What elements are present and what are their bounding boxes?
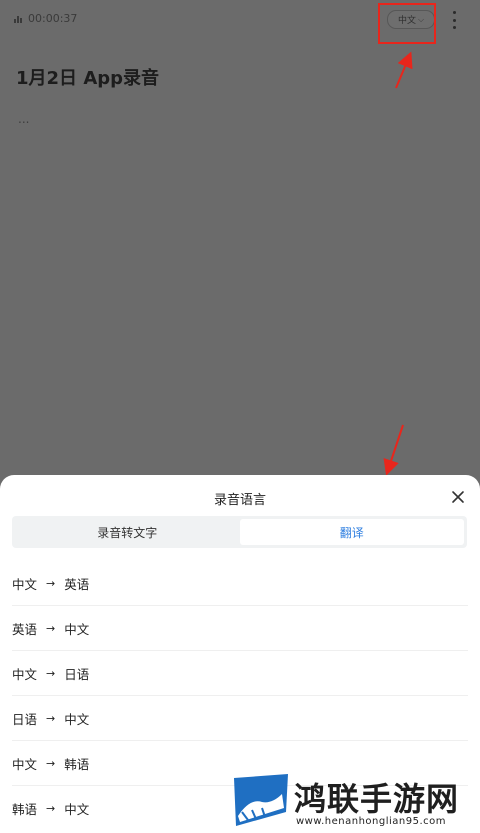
tab-translate[interactable]: 翻译 <box>239 519 464 545</box>
option-from: 中文 <box>12 756 38 772</box>
recording-timer: 00:00:37 <box>28 12 78 25</box>
recording-indicator: 00:00:37 <box>14 12 77 25</box>
option-ja-zh[interactable]: 日语 → 中文 <box>12 696 468 741</box>
annotation-arrow-to-sheet <box>383 424 404 476</box>
option-to: 中文 <box>64 802 90 817</box>
recording-bars-icon <box>14 15 22 23</box>
option-en-zh[interactable]: 英语 → 中文 <box>12 606 468 651</box>
arrow-right-icon: → <box>46 576 56 590</box>
watermark-name: 鸿联手游网 <box>294 780 460 818</box>
option-to: 韩语 <box>64 756 90 772</box>
tab-transcribe[interactable]: 录音转文字 <box>15 519 240 545</box>
site-watermark: 鸿联手游网 www.henanhonglian95.com <box>232 772 480 833</box>
option-to: 英语 <box>64 576 90 592</box>
top-bar: 00:00:37 中文 ⌵ <box>0 0 480 44</box>
mode-segmented-control: 录音转文字 翻译 <box>12 516 467 548</box>
arrow-right-icon: → <box>46 802 56 815</box>
arrow-right-icon: → <box>46 666 56 680</box>
option-from: 英语 <box>12 621 38 637</box>
more-vertical-icon[interactable] <box>448 11 460 29</box>
watermark-logo-icon <box>234 774 288 826</box>
arrow-right-icon: → <box>46 756 56 770</box>
transcript-preview: ... <box>18 112 30 126</box>
option-to: 日语 <box>64 666 90 682</box>
arrow-right-icon: → <box>46 621 56 635</box>
option-zh-en[interactable]: 中文 → 英语 <box>12 561 468 606</box>
option-from: 中文 <box>12 576 38 592</box>
annotation-highlight-box <box>378 3 436 44</box>
recording-title: 1月2日 App录音 <box>16 68 160 89</box>
option-from: 日语 <box>12 711 38 727</box>
option-from: 韩语 <box>12 802 38 817</box>
sheet-title: 录音语言 <box>213 493 266 508</box>
arrow-right-icon: → <box>46 711 56 725</box>
option-from: 中文 <box>12 666 38 682</box>
option-zh-ja[interactable]: 中文 → 日语 <box>12 651 468 696</box>
option-to: 中文 <box>64 711 90 727</box>
watermark-url: www.henanhonglian95.com <box>296 816 447 827</box>
close-icon[interactable] <box>449 488 467 506</box>
recording-screen: 00:00:37 中文 ⌵ 1月2日 App录音 ... 录音语言 录音转文字 … <box>0 0 480 833</box>
option-to: 中文 <box>64 621 90 637</box>
annotation-arrow-to-chip <box>395 51 413 89</box>
